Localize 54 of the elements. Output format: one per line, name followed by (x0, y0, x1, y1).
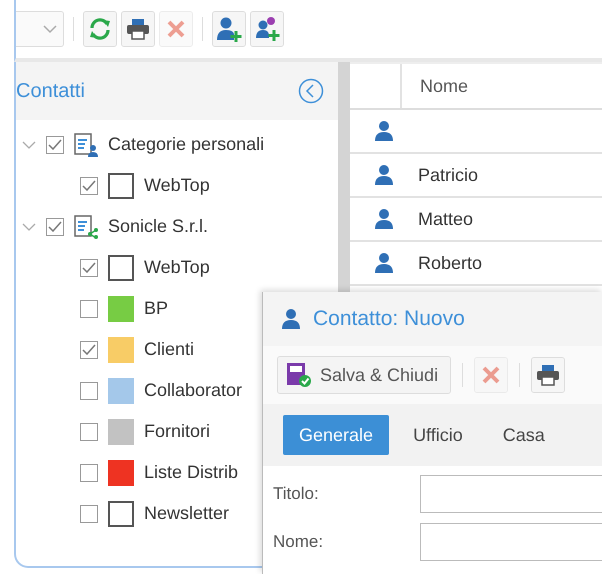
person-icon (374, 252, 394, 274)
tree-item[interactable]: WebTop (144, 257, 210, 278)
checkbox[interactable] (80, 300, 98, 318)
tree-item[interactable]: BP (144, 298, 168, 319)
table-cell: Roberto (418, 252, 482, 274)
checkbox[interactable] (46, 136, 64, 154)
tree-item[interactable]: Clienti (144, 339, 194, 360)
input-field[interactable] (420, 475, 602, 513)
person-icon (374, 208, 394, 230)
tree-item[interactable]: Sonicle S.r.l. (108, 216, 208, 237)
checkbox[interactable] (80, 382, 98, 400)
add-contact-button[interactable] (212, 11, 246, 47)
tree-item[interactable]: Newsletter (144, 503, 230, 524)
checkbox[interactable] (80, 504, 98, 522)
checkbox[interactable] (80, 464, 98, 482)
address-book-icon (74, 132, 98, 156)
save-icon (286, 362, 312, 388)
table-cell: Matteo (418, 208, 474, 230)
field-label: Titolo: (273, 484, 320, 504)
person-icon (281, 308, 301, 330)
printer-icon (126, 18, 150, 40)
add-person-icon (216, 16, 242, 42)
close-icon (166, 19, 186, 39)
tree-item[interactable]: Categorie personali (108, 134, 264, 155)
person-icon (374, 164, 394, 186)
tree-item[interactable]: Collaborator (144, 380, 242, 401)
checkbox[interactable] (80, 340, 98, 358)
add-list-button[interactable] (250, 11, 284, 47)
tree-item[interactable]: Fornitori (144, 421, 210, 442)
checkbox[interactable] (80, 422, 98, 440)
person-icon (374, 120, 394, 142)
checkbox[interactable] (46, 218, 64, 236)
tab[interactable]: Ufficio (397, 415, 479, 455)
chevron-down-icon (43, 24, 57, 34)
panel-title: Contatti (16, 80, 85, 102)
column-header[interactable]: Nome (402, 64, 468, 108)
shared-address-book-icon (74, 214, 98, 238)
save-close-button[interactable]: Salva & Chiudi (277, 356, 452, 394)
input-field[interactable] (420, 523, 602, 561)
printer-icon (536, 364, 560, 386)
collapse-icon[interactable] (298, 78, 324, 104)
dialog-title: Contatto: Nuovo (313, 307, 465, 331)
print-button[interactable] (121, 11, 155, 47)
add-group-icon (254, 16, 280, 42)
print-button[interactable] (531, 357, 566, 393)
checkbox[interactable] (80, 258, 98, 276)
close-icon (481, 365, 502, 385)
tree-item[interactable]: WebTop (144, 175, 210, 196)
tab[interactable]: Casa (486, 415, 561, 455)
table-cell: Patricio (418, 164, 478, 186)
checkbox[interactable] (80, 176, 98, 194)
refresh-icon (88, 17, 112, 41)
tree-item[interactable]: Liste Distrib (144, 462, 238, 483)
field-label: Nome: (273, 532, 324, 552)
